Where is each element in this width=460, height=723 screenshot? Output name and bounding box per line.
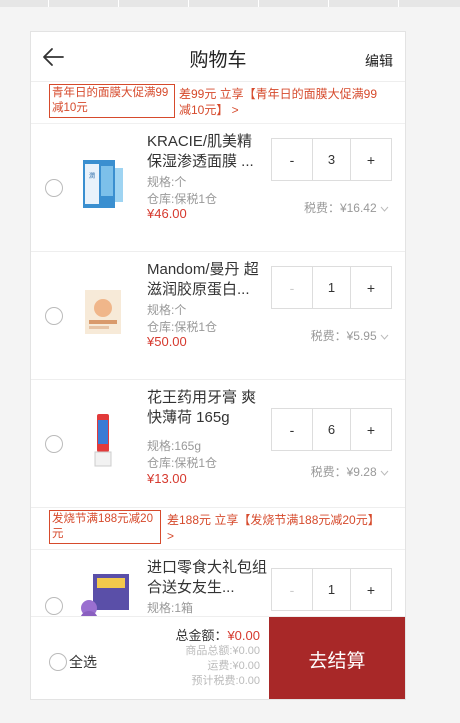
product-name[interactable]: KRACIE/肌美精 保湿渗透面膜 ... (147, 132, 267, 172)
select-all-checkbox[interactable] (49, 653, 67, 671)
product-image-mask-box: 潤 (83, 160, 123, 208)
checkout-button[interactable]: 去结算 (269, 617, 405, 699)
checkout-bar: 全选 总金额：¥0.00 商品总额:¥0.00 运费:¥0.00 预计税费:0.… (31, 616, 405, 699)
product-price: ¥46.00 (147, 206, 187, 221)
product-name[interactable]: 进口零食大礼包组合送女友生... (147, 558, 267, 598)
promo-banner: 发烧节满188元减20元 差188元 立享【发烧节满188元减20元】 > (31, 508, 405, 550)
tax-text: 税费：¥9.28 (310, 465, 377, 479)
increase-button[interactable]: + (351, 139, 391, 180)
product-warehouse: 仓库:保税1仓 (147, 192, 218, 206)
product-price: ¥13.00 (147, 471, 187, 486)
increase-button[interactable]: + (351, 569, 391, 610)
item-checkbox[interactable] (45, 306, 63, 325)
product-warehouse: 仓库:保税1仓 (147, 456, 218, 470)
total-label: 总金额： (175, 628, 228, 643)
decrease-button[interactable]: - (272, 267, 312, 308)
promo-link[interactable]: 差99元 立享【青年日的面膜大促满99减10元】 > (179, 86, 389, 118)
select-all-label: 全选 (69, 654, 97, 670)
promo-tag: 发烧节满188元减20元 (49, 510, 161, 544)
product-spec: 规格:1箱 (147, 601, 194, 615)
promo-link[interactable]: 差188元 立享【发烧节满188元减20元】 > (167, 512, 389, 544)
order-summary: 总金额：¥0.00 商品总额:¥0.00 运费:¥0.00 预计税费:0.00 (175, 625, 260, 689)
shipping-fee: 运费:¥0.00 (207, 660, 260, 672)
total-amount: 总金额：¥0.00 (175, 625, 260, 644)
product-name[interactable]: 花王药用牙膏 爽快薄荷 165g (147, 388, 267, 428)
product-image-collagen-mask (85, 290, 121, 334)
item-checkbox[interactable] (45, 178, 63, 197)
tax-info[interactable]: 税费：¥9.28 (311, 463, 389, 480)
decrease-button[interactable]: - (272, 139, 312, 180)
product-price: ¥50.00 (147, 334, 187, 349)
header: 购物车 编辑 (31, 32, 405, 82)
item-checkbox[interactable] (45, 597, 63, 615)
chevron-down-icon (380, 470, 389, 476)
product-warehouse: 仓库:保税1仓 (147, 320, 218, 334)
tax-text: 税费：¥5.95 (310, 329, 377, 343)
promo-tag: 青年日的面膜大促满99减10元 (49, 84, 175, 118)
chevron-down-icon (380, 334, 389, 340)
product-image-toothpaste (94, 414, 112, 467)
total-value: ¥0.00 (227, 628, 260, 643)
svg-text:潤: 潤 (89, 172, 95, 180)
goods-total: 商品总额:¥0.00 (185, 645, 260, 657)
product-name[interactable]: Mandom/曼丹 超滋润胶原蛋白... (147, 260, 267, 300)
tax-info[interactable]: 税费：¥16.42 (304, 199, 389, 216)
estimated-tax: 预计税费:0.00 (191, 675, 260, 687)
quantity-value[interactable]: 3 (312, 139, 351, 180)
select-all-toggle[interactable]: 全选 (49, 652, 97, 672)
tax-text: 税费：¥16.42 (303, 201, 377, 215)
cart-item: 进口零食大礼包组合送女友生... 规格:1箱 - 1 + (31, 550, 405, 616)
top-strip (0, 0, 460, 7)
increase-button[interactable]: + (351, 267, 391, 308)
quantity-stepper: - 6 + (271, 408, 392, 451)
quantity-value[interactable]: 1 (312, 267, 351, 308)
quantity-stepper: - 1 + (271, 266, 392, 309)
decrease-button[interactable]: - (272, 409, 312, 450)
product-spec: 规格:个 (147, 175, 187, 189)
cart-item: 潤 KRACIE/肌美精 保湿渗透面膜 ... 规格:个 仓库:保税1仓 ¥46… (31, 124, 405, 252)
quantity-stepper: - 1 + (271, 568, 392, 611)
cart-screen: 购物车 编辑 青年日的面膜大促满99减10元 差99元 立享【青年日的面膜大促满… (30, 31, 406, 700)
promo-banner: 青年日的面膜大促满99减10元 差99元 立享【青年日的面膜大促满99减10元】… (31, 82, 405, 124)
quantity-value[interactable]: 6 (312, 409, 351, 450)
quantity-stepper: - 3 + (271, 138, 392, 181)
tax-info[interactable]: 税费：¥5.95 (311, 327, 389, 344)
decrease-button[interactable]: - (272, 569, 312, 610)
cart-list: 青年日的面膜大促满99减10元 差99元 立享【青年日的面膜大促满99减10元】… (31, 82, 405, 616)
page-title: 购物车 (189, 50, 247, 71)
item-checkbox[interactable] (45, 434, 63, 453)
chevron-down-icon (380, 206, 389, 212)
product-image-snack-box (80, 574, 129, 616)
increase-button[interactable]: + (351, 409, 391, 450)
edit-button[interactable]: 编辑 (365, 51, 393, 71)
cart-item: Mandom/曼丹 超滋润胶原蛋白... 规格:个 仓库:保税1仓 ¥50.00… (31, 252, 405, 380)
cart-item: 花王药用牙膏 爽快薄荷 165g 规格:165g 仓库:保税1仓 ¥13.00 … (31, 380, 405, 508)
quantity-value[interactable]: 1 (312, 569, 351, 610)
product-spec: 规格:个 (147, 303, 187, 317)
product-spec: 规格:165g (147, 439, 202, 453)
